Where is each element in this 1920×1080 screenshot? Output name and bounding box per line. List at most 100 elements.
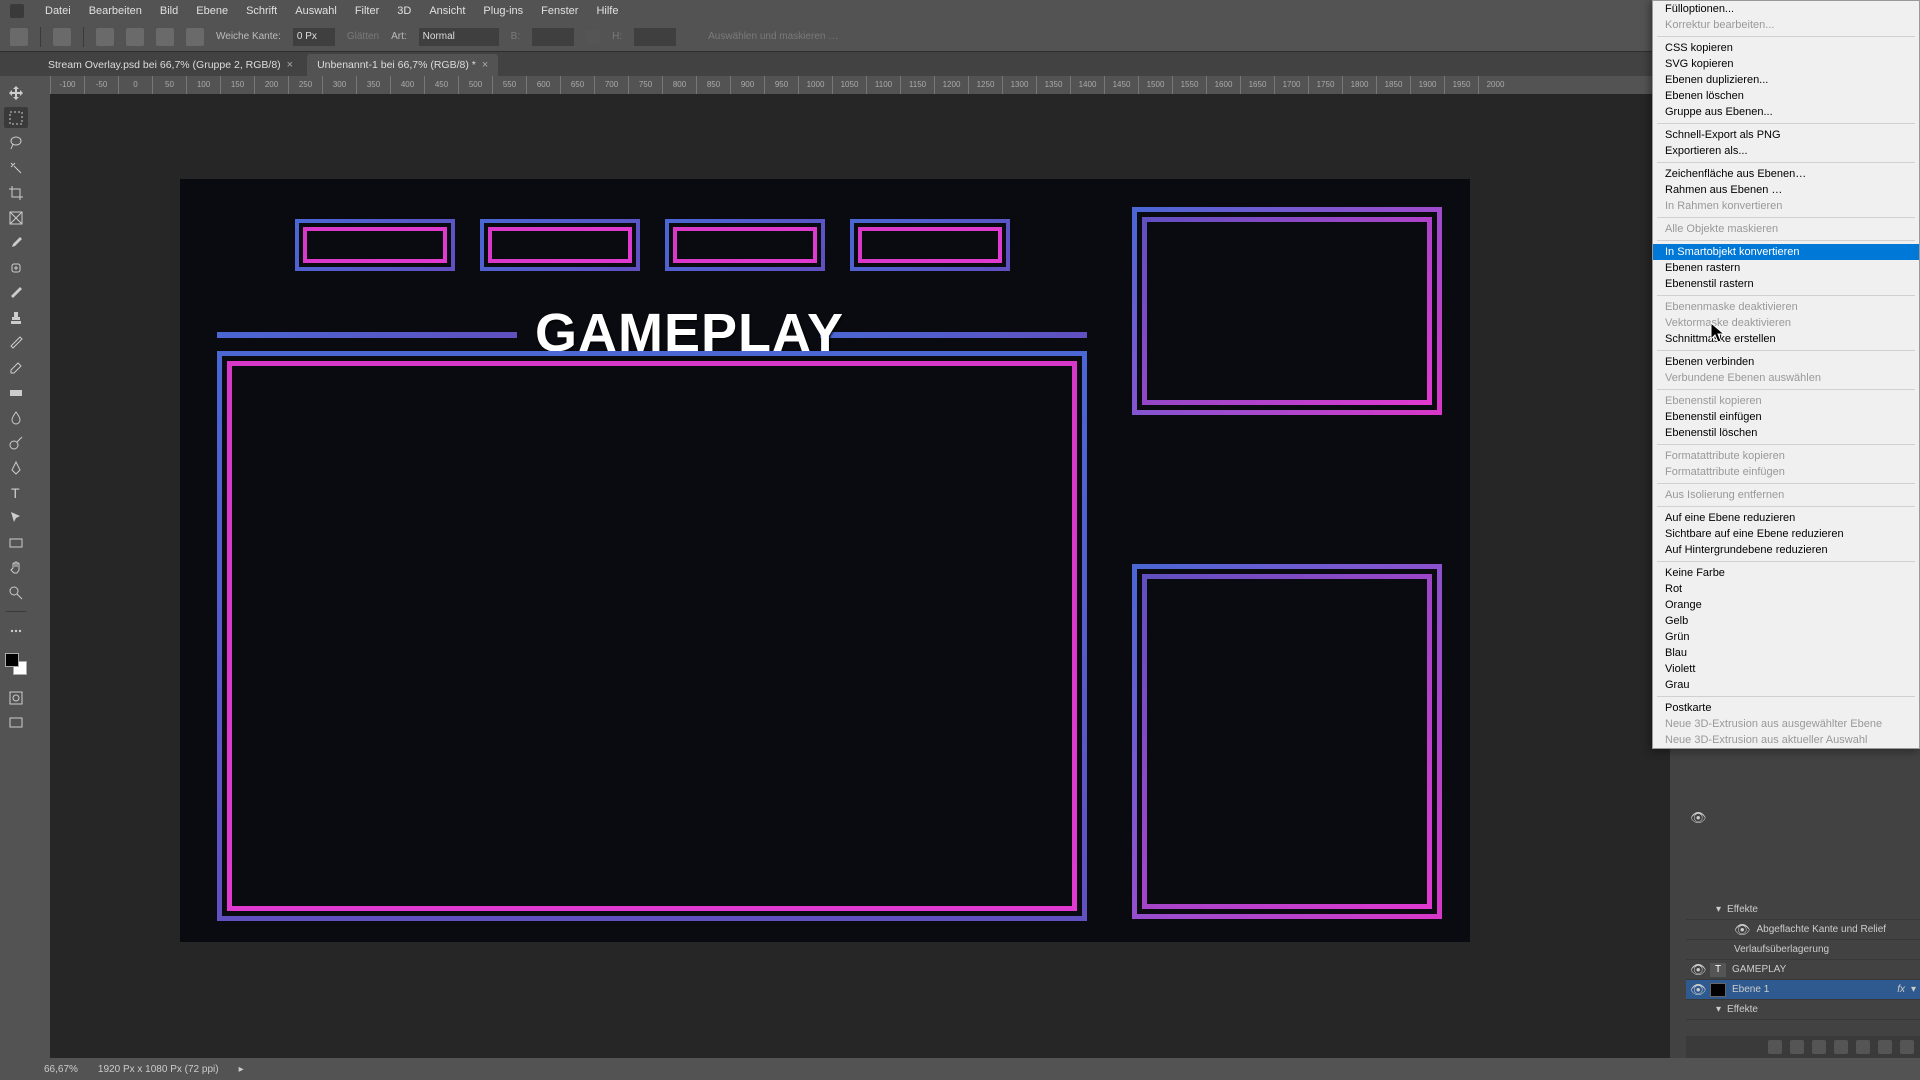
context-menu-item[interactable]: Ebenen rastern [1653,260,1919,276]
menu-bild[interactable]: Bild [151,5,187,17]
eraser-tool[interactable] [4,357,28,378]
context-menu-item[interactable]: Zeichenfläche aus Ebenen… [1653,166,1919,182]
layer-gameplay[interactable]: 👁 T GAMEPLAY [1686,960,1920,980]
layer-effect-gradient[interactable]: Verlaufsüberlagerung [1686,940,1920,960]
context-menu-item[interactable]: Ebenenstil rastern [1653,276,1919,292]
chevron-down-icon[interactable]: ▾ [1911,984,1916,995]
menu-auswahl[interactable]: Auswahl [286,5,346,17]
context-menu-item[interactable]: CSS kopieren [1653,40,1919,56]
menu-3d[interactable]: 3D [388,5,420,17]
layer-name[interactable]: Ebene 1 [1732,984,1769,995]
antialias-checkbox[interactable]: Glätten [347,31,379,42]
new-layer-icon[interactable] [1878,1040,1892,1054]
pen-tool[interactable] [4,457,28,478]
context-menu-item[interactable]: Ebenenstil löschen [1653,425,1919,441]
canvas-viewport[interactable]: GAMEPLAY [50,94,1670,1058]
context-menu-item[interactable]: Fülloptionen... [1653,1,1919,17]
context-menu-item[interactable]: Keine Farbe [1653,565,1919,581]
new-selection-icon[interactable] [96,28,114,46]
eyedropper-tool[interactable] [4,232,28,253]
wand-tool[interactable] [4,157,28,178]
context-menu-item[interactable]: Schnittmaske erstellen [1653,331,1919,347]
collapse-icon[interactable]: ▾ [1716,1004,1721,1015]
type-tool[interactable]: T [4,482,28,503]
context-menu-item[interactable]: Gruppe aus Ebenen... [1653,104,1919,120]
context-menu-item[interactable]: Gelb [1653,613,1919,629]
context-menu-item[interactable]: Orange [1653,597,1919,613]
path-select-tool[interactable] [4,507,28,528]
menu-ebene[interactable]: Ebene [187,5,237,17]
document-dimensions[interactable]: 1920 Px x 1080 Px (72 ppi) [98,1064,219,1075]
menu-filter[interactable]: Filter [346,5,388,17]
layer-ebene1[interactable]: 👁 Ebene 1 fx ▾ [1686,980,1920,1000]
zoom-tool[interactable] [4,582,28,603]
marquee-tool[interactable] [4,107,28,128]
layer-thumbnail[interactable] [1710,983,1726,997]
subtract-selection-icon[interactable] [156,28,174,46]
add-selection-icon[interactable] [126,28,144,46]
dodge-tool[interactable] [4,432,28,453]
context-menu-item[interactable]: Rahmen aus Ebenen … [1653,182,1919,198]
menu-plugins[interactable]: Plug-ins [474,5,532,17]
layer-effects-row-2[interactable]: ▾ Effekte [1686,1000,1920,1020]
vertical-ruler[interactable] [32,94,50,1058]
context-menu-item[interactable]: Auf Hintergrundebene reduzieren [1653,542,1919,558]
context-menu-item[interactable]: Sichtbare auf eine Ebene reduzieren [1653,526,1919,542]
layer-visibility-icon[interactable]: 👁 [1690,982,1704,998]
adjustment-layer-icon[interactable] [1834,1040,1848,1054]
context-menu-item[interactable]: Grün [1653,629,1919,645]
stamp-tool[interactable] [4,307,28,328]
context-menu-item[interactable]: Ebenen duplizieren... [1653,72,1919,88]
context-menu-item[interactable]: Auf eine Ebene reduzieren [1653,510,1919,526]
layer-mask-icon[interactable] [1812,1040,1826,1054]
context-menu-item[interactable]: SVG kopieren [1653,56,1919,72]
layer-effects-row[interactable]: ▾ Effekte [1686,900,1920,920]
delete-layer-icon[interactable] [1900,1040,1914,1054]
tab-stream-overlay[interactable]: Stream Overlay.psd bei 66,7% (Gruppe 2, … [38,54,303,76]
context-menu-item[interactable]: Ebenen löschen [1653,88,1919,104]
layer-effect-bevel[interactable]: 👁 Abgeflachte Kante und Relief [1686,920,1920,940]
new-group-icon[interactable] [1856,1040,1870,1054]
fx-badge[interactable]: fx [1897,984,1905,995]
move-tool[interactable] [4,82,28,103]
style-select[interactable]: Normal [419,28,499,46]
quick-mask-icon[interactable] [4,687,28,708]
brush-tool[interactable] [4,282,28,303]
context-menu-item[interactable]: Violett [1653,661,1919,677]
link-layers-icon[interactable] [1768,1040,1782,1054]
select-and-mask-button[interactable]: Auswählen und maskieren … [708,31,838,42]
menu-ansicht[interactable]: Ansicht [420,5,474,17]
healing-tool[interactable] [4,257,28,278]
context-menu-item[interactable]: Grau [1653,677,1919,693]
screen-mode-icon[interactable] [4,712,28,733]
close-icon[interactable]: × [287,59,293,71]
horizontal-ruler[interactable]: -100-50050100150200250300350400450500550… [50,76,1686,94]
intersect-selection-icon[interactable] [186,28,204,46]
home-icon[interactable] [10,28,28,46]
gradient-tool[interactable] [4,382,28,403]
blur-tool[interactable] [4,407,28,428]
context-menu-item[interactable]: Postkarte [1653,700,1919,716]
context-menu-item[interactable]: Blau [1653,645,1919,661]
context-menu-item[interactable]: Rot [1653,581,1919,597]
frame-tool[interactable] [4,207,28,228]
menu-fenster[interactable]: Fenster [532,5,587,17]
feather-input[interactable]: 0 Px [293,28,335,46]
context-menu-item[interactable]: In Smartobjekt konvertieren [1653,244,1919,260]
context-menu-item[interactable]: Ebenen verbinden [1653,354,1919,370]
rectangle-tool[interactable] [4,532,28,553]
context-menu-item[interactable]: Schnell-Export als PNG [1653,127,1919,143]
foreground-color[interactable] [5,653,19,667]
menu-datei[interactable]: Datei [36,5,80,17]
menu-bearbeiten[interactable]: Bearbeiten [80,5,151,17]
tab-unbenannt[interactable]: Unbenannt-1 bei 66,7% (RGB/8) * × [307,54,498,76]
history-brush-tool[interactable] [4,332,28,353]
chevron-right-icon[interactable]: ▸ [239,1064,244,1075]
marquee-tool-icon[interactable] [53,28,71,46]
hand-tool[interactable] [4,557,28,578]
layer-visibility-icon[interactable]: 👁 [1690,810,1707,826]
menu-hilfe[interactable]: Hilfe [587,5,627,17]
menu-schrift[interactable]: Schrift [237,5,286,17]
more-tools-icon[interactable] [4,620,28,641]
context-menu-item[interactable]: Exportieren als... [1653,143,1919,159]
